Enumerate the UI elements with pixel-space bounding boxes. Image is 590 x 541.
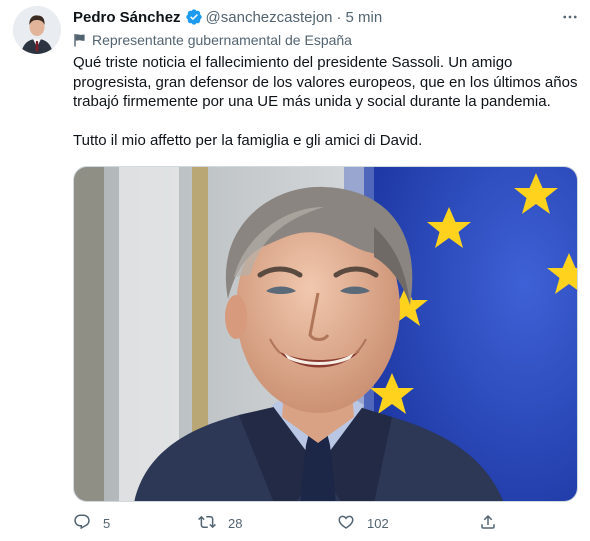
tweet-paragraph-2: Tutto il mio affetto per la famiglia e g… bbox=[73, 132, 423, 149]
share-button[interactable] bbox=[479, 512, 497, 534]
like-button[interactable]: 102 bbox=[337, 512, 389, 534]
tweet-photo[interactable] bbox=[73, 166, 578, 502]
government-label-text: Representante gubernamental de España bbox=[92, 32, 352, 48]
tweet[interactable]: Pedro Sánchez @sanchezcastejon · 5 min R… bbox=[0, 0, 590, 541]
author-handle[interactable]: @sanchezcastejon bbox=[206, 9, 333, 26]
timestamp[interactable]: 5 min bbox=[346, 9, 383, 26]
reply-button[interactable]: 5 bbox=[73, 512, 110, 534]
government-label[interactable]: Representante gubernamental de España bbox=[73, 31, 352, 49]
like-icon bbox=[337, 513, 355, 534]
verified-badge-icon bbox=[185, 8, 203, 26]
reply-count: 5 bbox=[103, 515, 111, 531]
portrait-photo bbox=[74, 167, 577, 501]
header-separator: · bbox=[336, 8, 342, 26]
more-options-icon[interactable] bbox=[560, 8, 580, 26]
tweet-paragraph-1: Qué triste noticia el fallecimiento del … bbox=[73, 54, 578, 110]
like-count: 102 bbox=[367, 515, 389, 531]
avatar-image bbox=[13, 6, 61, 54]
avatar[interactable] bbox=[13, 6, 61, 54]
tweet-text: Qué triste noticia el fallecimiento del … bbox=[73, 53, 583, 151]
share-icon bbox=[479, 513, 497, 534]
reply-icon bbox=[73, 513, 91, 534]
tweet-header: Pedro Sánchez @sanchezcastejon · 5 min bbox=[73, 7, 382, 27]
retweet-button[interactable]: 28 bbox=[198, 512, 242, 534]
retweet-count: 28 bbox=[228, 515, 243, 531]
author-name[interactable]: Pedro Sánchez bbox=[73, 9, 181, 26]
government-flag-icon bbox=[73, 33, 86, 47]
retweet-icon bbox=[198, 513, 216, 534]
tweet-actions: 5 28 102 bbox=[73, 512, 503, 534]
